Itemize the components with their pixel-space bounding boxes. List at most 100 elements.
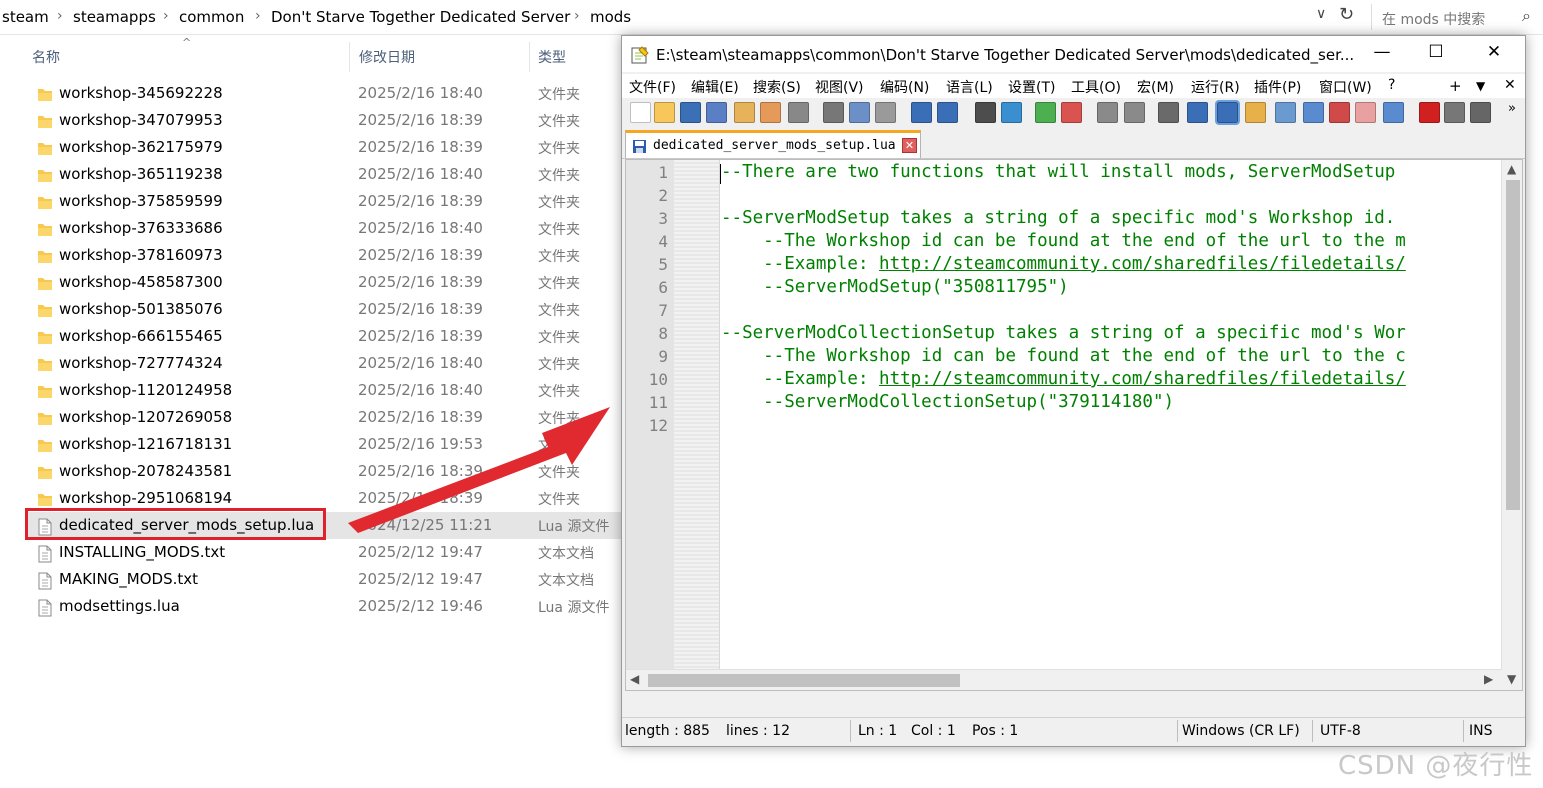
folder-row[interactable]: workshop-378160973 2025/2/16 18:39 文件夹: [28, 242, 628, 269]
close-all-icon[interactable]: [760, 102, 781, 123]
vertical-scroll-thumb[interactable]: [1506, 180, 1520, 510]
record-macro-icon[interactable]: [1419, 102, 1440, 123]
folder-row[interactable]: workshop-362175979 2025/2/16 18:39 文件夹: [28, 134, 628, 161]
column-divider[interactable]: [529, 42, 530, 72]
play-macro-icon[interactable]: [1470, 102, 1491, 123]
folder-workspace-icon[interactable]: [1355, 102, 1376, 123]
menu-plugins[interactable]: 插件(P): [1254, 77, 1301, 97]
open-file-icon[interactable]: [654, 102, 675, 123]
replace-icon[interactable]: [1001, 102, 1022, 123]
close-icon[interactable]: [734, 102, 755, 123]
vertical-scrollbar[interactable]: ▲ ▼: [1501, 160, 1522, 690]
status-eol[interactable]: Windows (CR LF): [1182, 723, 1300, 739]
menu-settings[interactable]: 设置(T): [1008, 77, 1055, 97]
line-number-gutter: 1 2 3 4 5 6 7 8 9 10 11 12: [626, 160, 674, 690]
save-icon[interactable]: [680, 102, 701, 123]
folder-row[interactable]: workshop-458587300 2025/2/16 18:39 文件夹: [28, 269, 628, 296]
sync-v-icon[interactable]: [1097, 102, 1118, 123]
new-file-icon[interactable]: [630, 102, 651, 123]
add-tab-icon[interactable]: +: [1449, 77, 1462, 95]
menu-encoding[interactable]: 编码(N): [880, 77, 929, 97]
file-date: 2025/2/16 18:39: [358, 273, 483, 291]
horizontal-scroll-thumb[interactable]: [648, 674, 960, 687]
close-doc-icon[interactable]: ✕: [1504, 77, 1516, 93]
scroll-up-icon[interactable]: ▲: [1507, 162, 1516, 176]
zoom-in-icon[interactable]: [1035, 102, 1056, 123]
folder-row[interactable]: workshop-501385076 2025/2/16 18:39 文件夹: [28, 296, 628, 323]
window-titlebar[interactable]: E:\steam\steamapps\common\Don't Starve T…: [622, 36, 1525, 72]
minimize-icon[interactable]: —: [1362, 42, 1402, 62]
function-list-icon[interactable]: [1329, 102, 1350, 123]
folder-row[interactable]: workshop-666155465 2025/2/16 18:39 文件夹: [28, 323, 628, 350]
paste-icon[interactable]: [875, 102, 896, 123]
doc-list-icon[interactable]: [1303, 102, 1324, 123]
scroll-left-icon[interactable]: ◀: [630, 672, 639, 686]
show-all-chars-icon[interactable]: [1187, 102, 1208, 123]
indent-guide-icon[interactable]: [1215, 100, 1240, 125]
folder-row[interactable]: workshop-375859599 2025/2/16 18:39 文件夹: [28, 188, 628, 215]
fold-margin: [674, 160, 720, 690]
menu-edit[interactable]: 编辑(E): [691, 77, 739, 97]
menu-search[interactable]: 搜索(S): [753, 77, 801, 97]
column-header-name[interactable]: 名称: [32, 47, 60, 67]
redo-icon[interactable]: [937, 102, 958, 123]
search-input[interactable]: 在 mods 中搜索 ⌕: [1371, 4, 1543, 30]
save-all-icon[interactable]: [706, 102, 727, 123]
file-row[interactable]: modsettings.lua 2025/2/12 19:46 Lua 源文件: [28, 593, 628, 620]
close-icon[interactable]: ✕: [1474, 42, 1514, 62]
menu-tools[interactable]: 工具(O): [1071, 77, 1121, 97]
tab-list-dropdown-icon[interactable]: ▼: [1476, 79, 1485, 93]
status-insert-mode[interactable]: INS: [1469, 723, 1493, 739]
folder-row[interactable]: workshop-347079953 2025/2/16 18:39 文件夹: [28, 107, 628, 134]
lang-udl-icon[interactable]: [1245, 102, 1266, 123]
menu-file[interactable]: 文件(F): [629, 77, 676, 97]
stop-macro-icon[interactable]: [1444, 102, 1465, 123]
menu-view[interactable]: 视图(V): [815, 77, 864, 97]
refresh-icon[interactable]: ↻: [1339, 4, 1354, 25]
word-wrap-icon[interactable]: [1158, 102, 1179, 123]
breadcrumb-mods[interactable]: mods: [590, 8, 631, 26]
zoom-out-icon[interactable]: [1061, 102, 1082, 123]
breadcrumb-dst-server[interactable]: Don't Starve Together Dedicated Server: [271, 8, 570, 26]
breadcrumb-steamapps[interactable]: steamapps: [73, 8, 156, 26]
breadcrumb-steam[interactable]: steam: [2, 8, 49, 26]
monitor-icon[interactable]: [1383, 102, 1404, 123]
folder-row[interactable]: workshop-727774324 2025/2/16 18:40 文件夹: [28, 350, 628, 377]
scroll-down-icon[interactable]: ▼: [1507, 672, 1516, 686]
breadcrumb-common[interactable]: common: [179, 8, 244, 26]
example-link[interactable]: http://steamcommunity.com/sharedfiles/fi…: [879, 369, 1406, 389]
menu-run[interactable]: 运行(R): [1191, 77, 1240, 97]
print-icon[interactable]: [788, 102, 809, 123]
tab-close-icon[interactable]: ✕: [902, 138, 917, 153]
copy-icon[interactable]: [849, 102, 870, 123]
example-link[interactable]: http://steamcommunity.com/sharedfiles/fi…: [879, 254, 1406, 274]
folder-row[interactable]: workshop-365119238 2025/2/16 18:40 文件夹: [28, 161, 628, 188]
tab-dedicated-server-mods-setup[interactable]: dedicated_server_mods_setup.lua ✕: [625, 130, 921, 158]
menu-help[interactable]: ?: [1388, 77, 1395, 93]
undo-icon[interactable]: [911, 102, 932, 123]
maximize-icon[interactable]: ☐: [1416, 42, 1456, 62]
folder-row[interactable]: workshop-345692228 2025/2/16 18:40 文件夹: [28, 80, 628, 107]
folder-row[interactable]: workshop-376333686 2025/2/16 18:40 文件夹: [28, 215, 628, 242]
menu-window[interactable]: 窗口(W): [1319, 77, 1372, 97]
address-bar[interactable]: steam › steamapps › common › Don't Starv…: [0, 0, 1543, 35]
sync-h-icon[interactable]: [1124, 102, 1145, 123]
column-divider[interactable]: [349, 42, 350, 72]
status-encoding[interactable]: UTF-8: [1320, 723, 1361, 739]
code-editor[interactable]: 1 2 3 4 5 6 7 8 9 10 11 12 --There are two function…: [625, 159, 1523, 691]
doc-map-icon[interactable]: [1275, 102, 1296, 123]
file-type: 文件夹: [538, 87, 580, 103]
horizontal-scrollbar[interactable]: ◀ ▶: [626, 669, 1502, 690]
menu-language[interactable]: 语言(L): [946, 77, 993, 97]
column-header-date[interactable]: 修改日期: [359, 47, 415, 67]
history-dropdown-icon[interactable]: ∨: [1316, 6, 1326, 22]
file-row[interactable]: INSTALLING_MODS.txt 2025/2/12 19:47 文本文档: [28, 539, 628, 566]
cut-icon[interactable]: [823, 102, 844, 123]
scroll-right-icon[interactable]: ▶: [1484, 672, 1493, 686]
file-row[interactable]: MAKING_MODS.txt 2025/2/12 19:47 文本文档: [28, 566, 628, 593]
find-icon[interactable]: [975, 102, 996, 123]
toolbar-overflow-icon[interactable]: »: [1508, 101, 1516, 116]
column-header-type[interactable]: 类型: [538, 47, 566, 67]
menu-macro[interactable]: 宏(M): [1137, 77, 1174, 97]
arrow-annotation: [348, 407, 610, 533]
